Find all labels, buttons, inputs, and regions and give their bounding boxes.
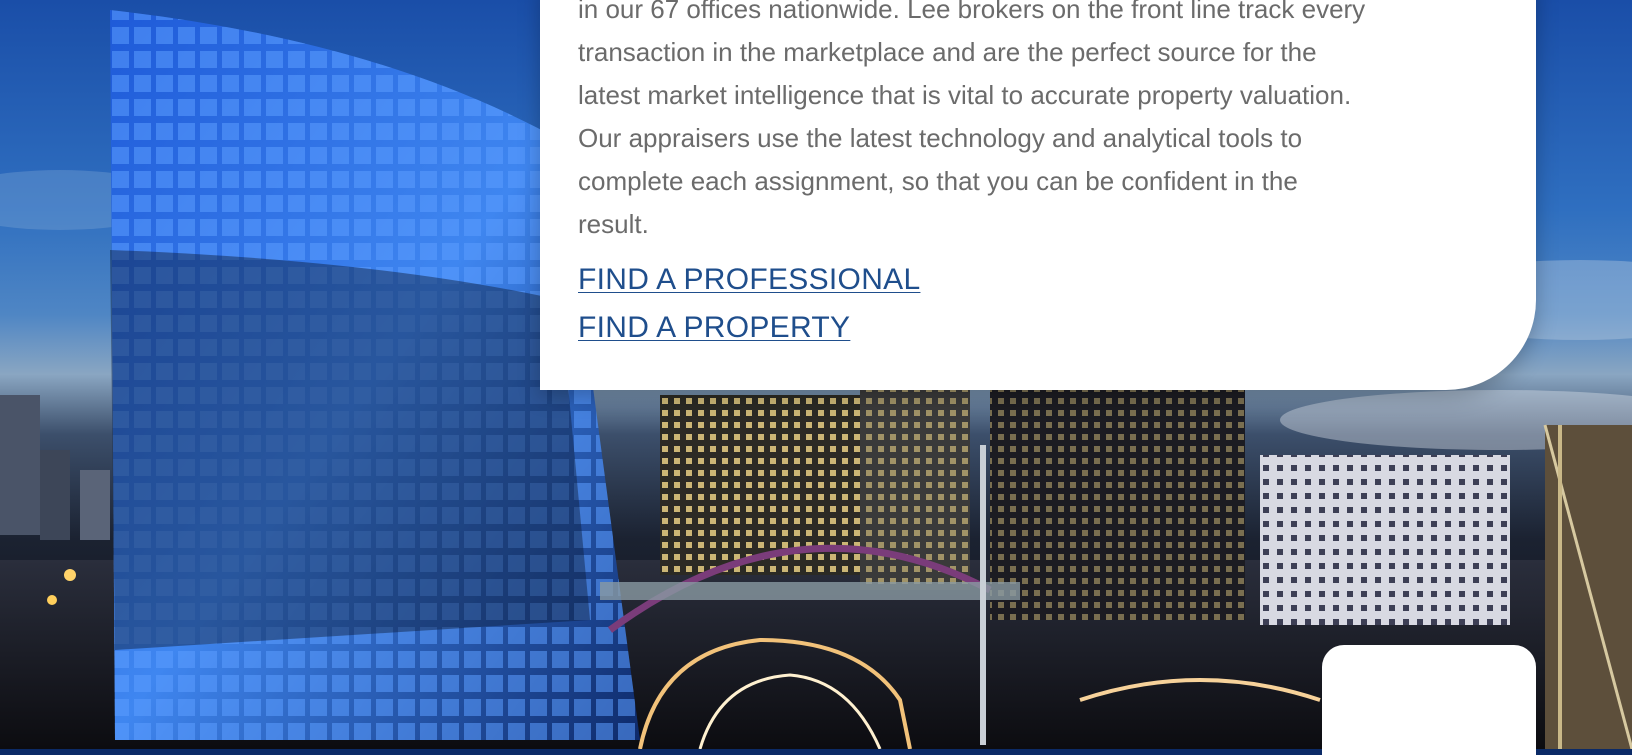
paragraph-line: transaction in the marketplace and are t… (578, 37, 1317, 67)
find-professional-link[interactable]: FIND A PROFESSIONAL (578, 256, 920, 304)
find-property-link[interactable]: FIND A PROPERTY (578, 304, 920, 352)
bottom-right-card (1322, 645, 1536, 755)
paragraph-line: Our appraisers use the latest technology… (578, 123, 1303, 153)
intro-paragraph: in our 67 offices nationwide. Lee broker… (578, 0, 1478, 246)
paragraph-line: latest market intelligence that is vital… (578, 80, 1352, 110)
cta-links: FIND A PROFESSIONAL FIND A PROPERTY (578, 256, 920, 352)
paragraph-line: complete each assignment, so that you ca… (578, 166, 1298, 196)
intro-content-card: in our 67 offices nationwide. Lee broker… (540, 0, 1536, 390)
paragraph-line: result. (578, 209, 649, 239)
paragraph-line: in our 67 offices nationwide. Lee broker… (578, 0, 1366, 24)
